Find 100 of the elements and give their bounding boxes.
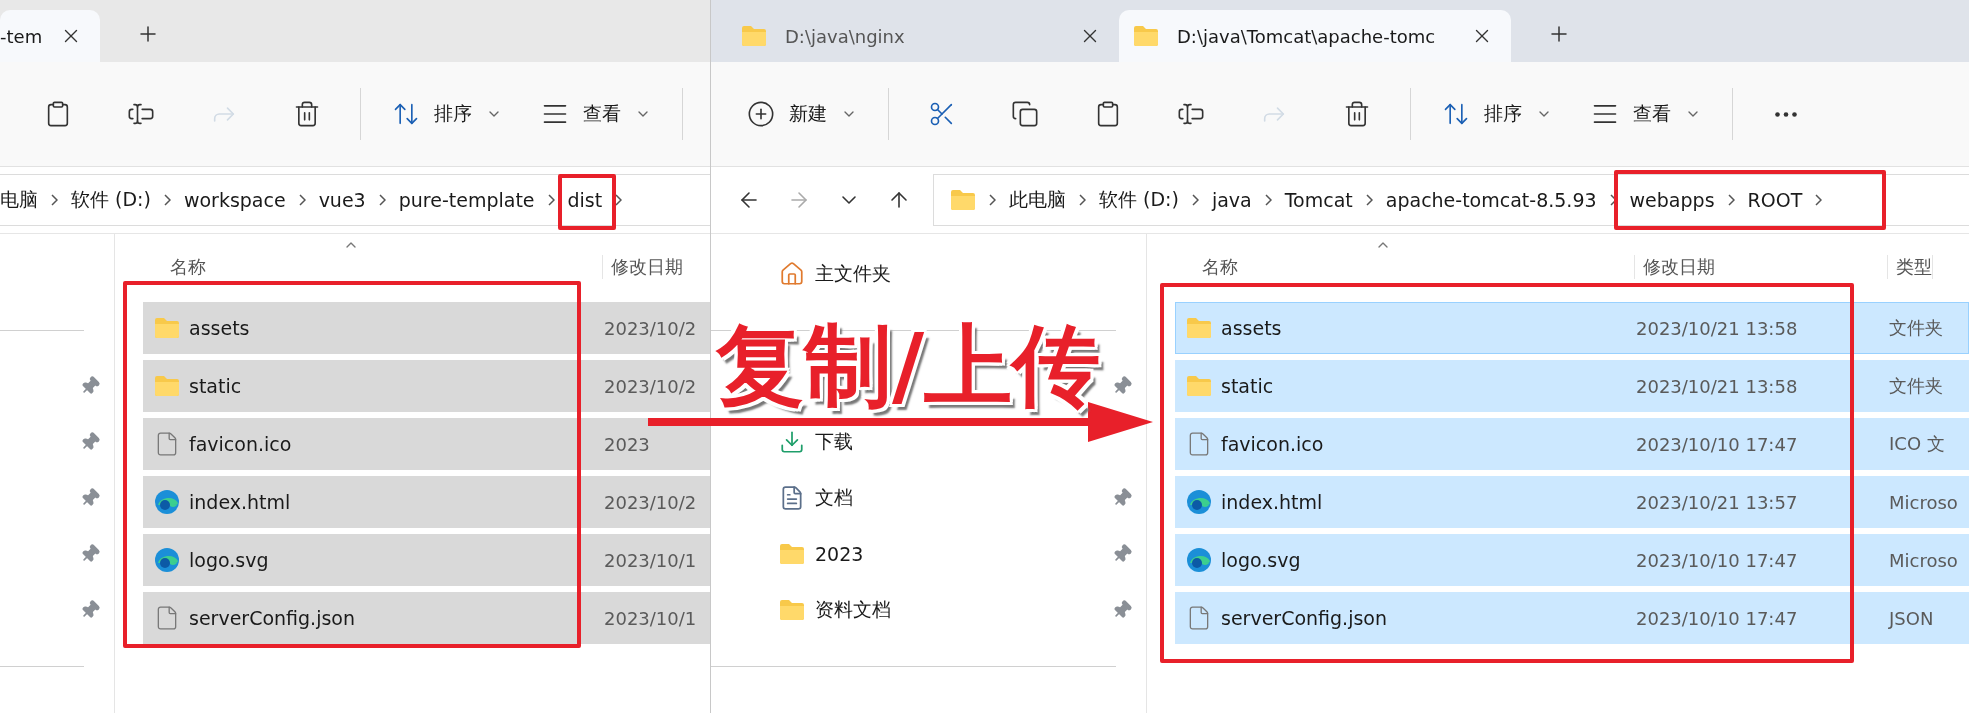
column-header[interactable]: 类型 [1888, 255, 1933, 279]
window-tab[interactable]: D:\java\nginx [721, 10, 1119, 62]
file-row[interactable]: index.html 2023/10/21 13:57 Microso [1175, 476, 1969, 528]
download-icon [779, 429, 805, 455]
file-row[interactable]: logo.svg 2023/10/1 [143, 534, 710, 586]
chevron-icon [163, 194, 171, 206]
browser-logo-icon [154, 489, 180, 515]
type-cell: Microso [1889, 491, 1958, 513]
breadcrumb-item[interactable]: 软件 (D:) [71, 187, 151, 213]
folder-icon [1186, 375, 1212, 397]
sidebar-item[interactable]: 文档 [815, 485, 853, 511]
type-cell: ICO 文 [1889, 432, 1945, 456]
breadcrumb-item[interactable]: apache-tomcat-8.5.93 [1385, 189, 1597, 211]
date-cell-text: 2023/10/21 13:58 [1636, 317, 1799, 339]
date-cell-text: 2023/10/2 [604, 491, 698, 513]
chevron-icon [615, 194, 623, 206]
sidebar-item[interactable]: 下载 [815, 429, 853, 455]
file-name: favicon.ico [1221, 433, 1324, 455]
chevron-icon [1727, 194, 1735, 206]
breadcrumb-item[interactable]: 此电脑 [1009, 187, 1066, 213]
type-cell: JSON [1889, 607, 1934, 629]
file-row[interactable]: static 2023/10/21 13:58 文件夹 [1175, 360, 1969, 412]
tab-title: D:\java\Tomcat\apache-tomc [1177, 25, 1437, 47]
address-bar[interactable]: 电脑 软件 (D:) workspace vue3 pure-template dist [0, 174, 710, 226]
home-icon [779, 261, 805, 287]
breadcrumb-item[interactable]: Tomcat [1284, 189, 1353, 211]
browser-logo-icon [1186, 547, 1212, 573]
type-cell: 文件夹 [1889, 374, 1943, 398]
breadcrumb-item[interactable]: java [1211, 189, 1252, 211]
chevron-icon [1815, 194, 1823, 206]
sort-button[interactable]: 排序 [1434, 88, 1560, 140]
breadcrumb-item[interactable]: 软件 (D:) [1099, 187, 1179, 213]
annotation-caption: 复制/上传 [716, 318, 1101, 415]
file-name: static [189, 375, 242, 397]
address-bar[interactable]: 此电脑 软件 (D:) java Tomcat apache-tomcat-8.5.93 webapps ROOT [933, 174, 1969, 226]
file-name: logo.svg [1221, 549, 1301, 571]
breadcrumb-item[interactable]: vue3 [318, 189, 366, 211]
breadcrumb-item[interactable]: workspace [183, 189, 286, 211]
new-button[interactable]: 新建 [739, 88, 865, 140]
sidebar-item[interactable]: 资料文档 [815, 597, 891, 623]
sort-button[interactable]: 排序 [384, 88, 510, 140]
date-cell-text: 2023/10/10 17:47 [1636, 607, 1799, 629]
file-row[interactable]: favicon.ico 2023/10/10 17:47 ICO 文 [1175, 418, 1969, 470]
folder-icon [1133, 25, 1159, 47]
type-cell: Microso [1889, 549, 1958, 571]
date-cell-text: 2023/10/21 13:58 [1636, 375, 1799, 397]
chevron-icon [1365, 194, 1373, 206]
tab-title: -tem [0, 25, 43, 47]
folder-icon [950, 189, 976, 211]
document-icon [779, 485, 805, 511]
breadcrumb-item[interactable]: 电脑 [0, 187, 38, 213]
folder-icon [779, 543, 805, 565]
date-cell-text: 2023/10/10 17:47 [1636, 433, 1799, 455]
file-row[interactable]: logo.svg 2023/10/10 17:47 Microso [1175, 534, 1969, 586]
date-cell-text: 2023/10/10 17:47 [1636, 549, 1799, 571]
file-name: assets [1221, 317, 1282, 339]
breadcrumb-item[interactable]: ROOT [1747, 189, 1803, 211]
file-row[interactable]: assets 2023/10/2 [143, 302, 710, 354]
sidebar-item[interactable]: 主文件夹 [815, 261, 891, 287]
folder-icon [741, 25, 767, 47]
file-row[interactable]: assets 2023/10/21 13:58 文件夹 [1175, 302, 1969, 354]
chevron-icon [298, 194, 306, 206]
file-name: index.html [189, 491, 291, 513]
date-cell-text: 2023/10/1 [604, 607, 698, 629]
file-row[interactable]: static 2023/10/2 [143, 360, 710, 412]
type-cell: 文件夹 [1889, 316, 1943, 340]
column-header[interactable]: 修改日期 [603, 255, 710, 279]
file-row[interactable]: serverConfig.json 2023/10/1 [143, 592, 710, 644]
breadcrumb-item[interactable]: dist [567, 189, 603, 211]
date-cell-text: 2023/10/1 [604, 549, 698, 571]
date-cell-text: 2023/10/21 13:57 [1636, 491, 1799, 513]
date-cell-text: 2023/10/2 [604, 317, 698, 339]
chevron-icon [1264, 194, 1272, 206]
date-cell-text: 2023/10/2 [604, 375, 698, 397]
chevron-icon [547, 194, 555, 206]
file-row[interactable]: favicon.ico 2023 [143, 418, 710, 470]
view-button[interactable]: 查看 [533, 88, 659, 140]
chevron-icon [1079, 194, 1086, 206]
view-button[interactable]: 查看 [1583, 88, 1709, 140]
date-cell-text: 2023 [604, 433, 651, 455]
chevron-icon [1191, 194, 1199, 206]
column-header[interactable]: 名称 [143, 255, 603, 279]
chevron-icon [378, 194, 386, 206]
file-row[interactable]: serverConfig.json 2023/10/10 17:47 JSON [1175, 592, 1969, 644]
window-tab[interactable]: D:\java\Tomcat\apache-tomc [1119, 10, 1511, 62]
folder-icon [779, 599, 805, 621]
column-header[interactable]: 名称 [1175, 255, 1635, 279]
browser-logo-icon [1186, 489, 1212, 515]
file-name: favicon.ico [189, 433, 292, 455]
column-header[interactable]: 修改日期 [1635, 255, 1888, 279]
file-row[interactable]: index.html 2023/10/2 [143, 476, 710, 528]
file-name: serverConfig.json [189, 607, 355, 629]
sidebar-item[interactable]: 2023 [815, 543, 864, 565]
breadcrumb-item[interactable]: webapps [1629, 189, 1715, 211]
breadcrumb-item[interactable]: pure-template [398, 189, 535, 211]
chevron-icon [1609, 194, 1617, 206]
file-name: index.html [1221, 491, 1323, 513]
window-tab[interactable]: -tem [0, 10, 101, 62]
browser-logo-icon [154, 547, 180, 573]
folder-icon [154, 317, 180, 339]
